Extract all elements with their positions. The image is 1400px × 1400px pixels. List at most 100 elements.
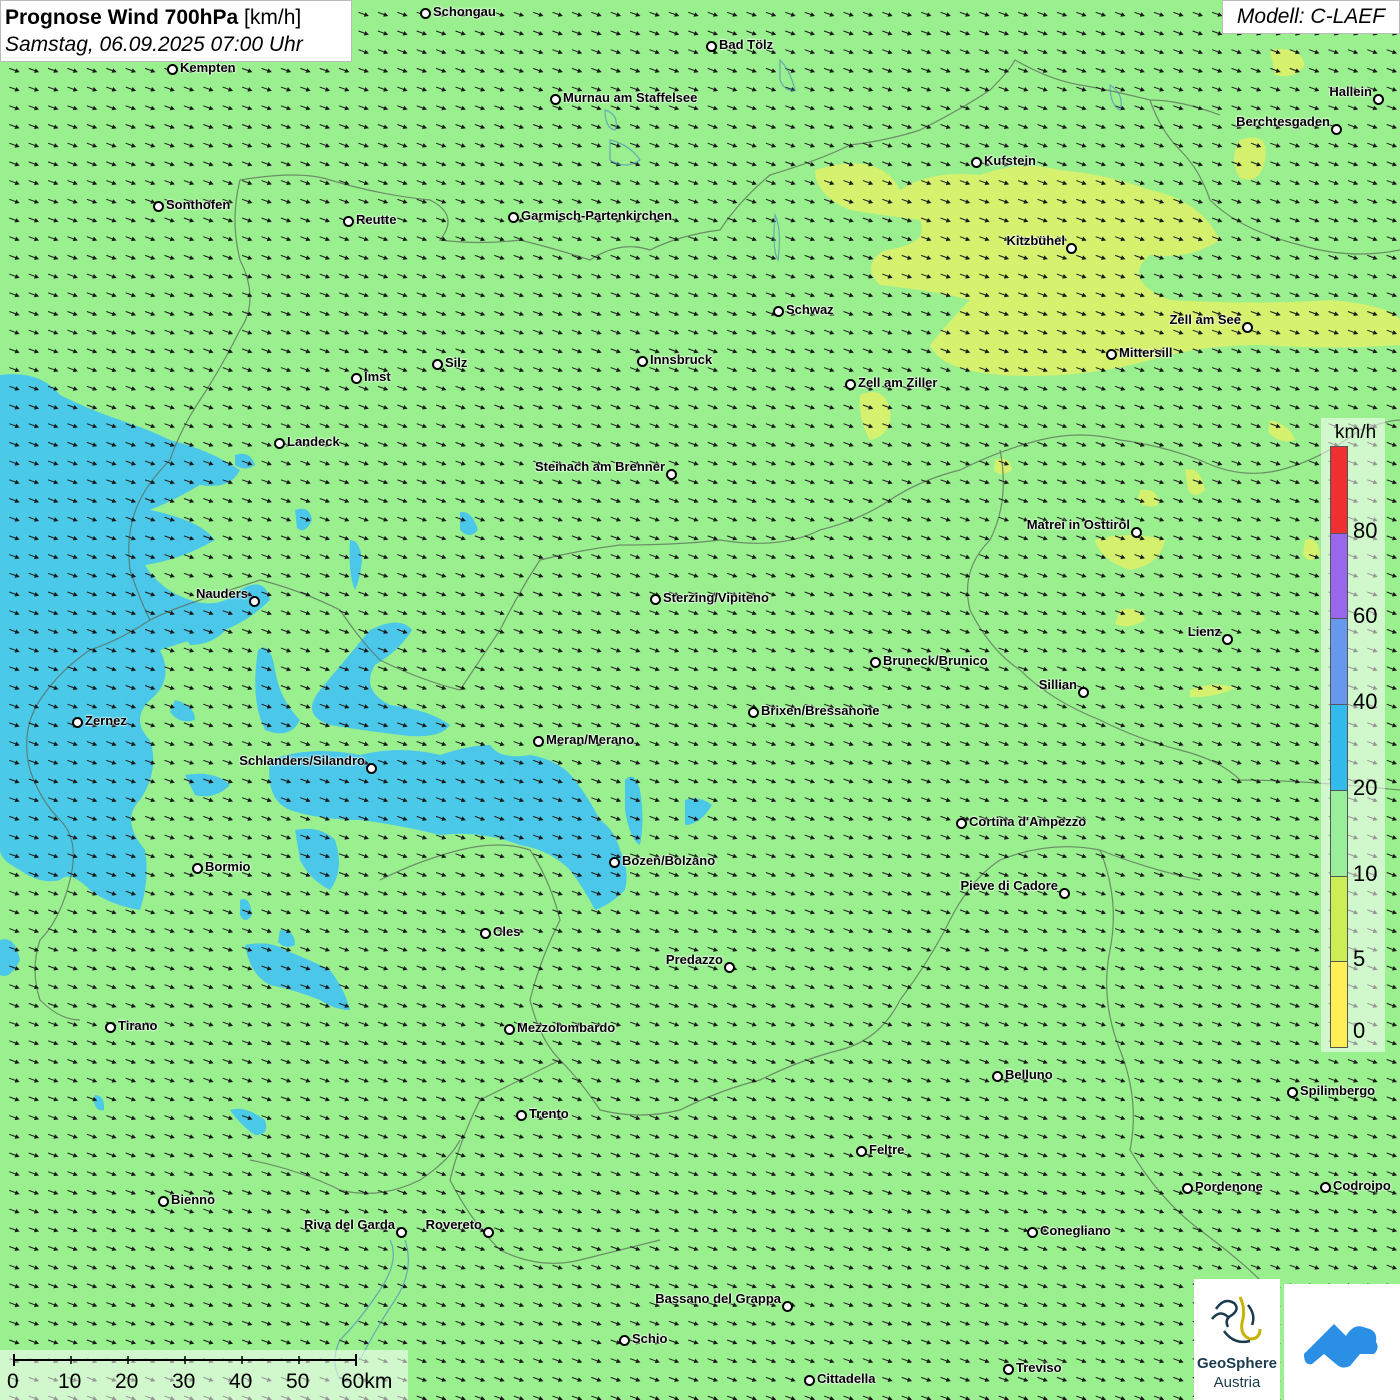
legend-color-segment xyxy=(1331,704,1347,790)
geosphere-logo[interactable]: GeoSphere Austria xyxy=(1194,1279,1280,1400)
legend-color-segment xyxy=(1331,447,1347,533)
scale-tick: 40 xyxy=(229,1370,253,1393)
city-label: Matrei in Osttirol xyxy=(1026,517,1130,532)
city-label: Cortina d'Ampezzo xyxy=(969,814,1087,829)
city-marker xyxy=(1066,243,1077,254)
city-label: Cles xyxy=(493,924,521,939)
city-label: Predazzo xyxy=(665,952,723,967)
title-box: Prognose Wind 700hPa [km/h] Samstag, 06.… xyxy=(0,0,352,62)
city-marker xyxy=(609,857,620,868)
city-label: Kufstein xyxy=(984,153,1036,168)
city-marker xyxy=(249,596,260,607)
city-label: Imst xyxy=(364,369,391,384)
city-marker xyxy=(650,594,661,605)
forecast-datetime: Samstag, 06.09.2025 07:00 Uhr xyxy=(5,33,303,56)
city-marker xyxy=(72,717,83,728)
city-marker xyxy=(167,64,178,75)
legend-tick-label: 0 xyxy=(1353,1018,1366,1043)
city-marker xyxy=(351,373,362,384)
scale-tick: 60km xyxy=(341,1370,393,1393)
city-label: Berchtesgaden xyxy=(1236,114,1330,129)
city-marker xyxy=(1078,687,1089,698)
city-marker xyxy=(619,1335,630,1346)
city-label: Steinach am Brenner xyxy=(534,459,665,474)
city-label: Zernez xyxy=(85,713,127,728)
city-marker xyxy=(274,438,285,449)
scale-bar: 0 10 20 30 40 50 60km xyxy=(0,1350,408,1400)
city-marker xyxy=(192,863,203,874)
city-marker xyxy=(550,94,561,105)
legend-color-segment xyxy=(1331,789,1347,876)
city-marker xyxy=(1287,1087,1298,1098)
legend-color-bar xyxy=(1330,446,1348,1048)
city-marker xyxy=(153,201,164,212)
city-marker xyxy=(1373,94,1384,105)
city-label: Kitzbühel xyxy=(1006,233,1066,248)
city-label: Garmisch-Partenkirchen xyxy=(521,208,673,223)
city-label: Innsbruck xyxy=(650,352,713,367)
city-marker xyxy=(1320,1182,1331,1193)
city-label: Schlanders/Silandro xyxy=(239,753,365,768)
city-label: Feltre xyxy=(869,1142,905,1157)
city-label: Pieve di Cadore xyxy=(960,878,1058,893)
city-label: Schongau xyxy=(433,4,496,19)
scale-tick: 30 xyxy=(172,1370,196,1393)
city-label: Bassano del Grappa xyxy=(655,1291,781,1306)
map-title: Prognose Wind 700hPa [km/h] xyxy=(5,5,347,31)
city-label: Silz xyxy=(445,355,468,370)
city-label: Mittersill xyxy=(1119,345,1173,360)
city-marker xyxy=(992,1071,1003,1082)
city-label: Sillian xyxy=(1038,677,1077,692)
city-marker xyxy=(773,306,784,317)
city-marker xyxy=(343,216,354,227)
legend-tick-label: 80 xyxy=(1353,517,1378,543)
city-label: Bruneck/Brunico xyxy=(883,653,988,668)
legend-color-segment xyxy=(1331,532,1347,619)
city-marker xyxy=(504,1024,515,1035)
city-marker xyxy=(1027,1227,1038,1238)
city-marker xyxy=(396,1227,407,1238)
city-marker xyxy=(1131,527,1142,538)
legend-color-segment xyxy=(1331,875,1347,962)
city-label: Reutte xyxy=(356,212,397,227)
legend-tick-label: 60 xyxy=(1353,603,1378,629)
mountain-cloud-icon xyxy=(1304,1324,1378,1368)
city-label: Lienz xyxy=(1187,624,1221,639)
city-marker xyxy=(748,707,759,718)
city-label: Brixen/Bressanone xyxy=(761,703,880,718)
city-marker xyxy=(724,962,735,973)
logo-sub: Austria xyxy=(1213,1374,1261,1391)
city-label: Bozen/Bolzano xyxy=(622,853,716,868)
city-label: Bad Tölz xyxy=(719,37,774,52)
scale-tick: 50 xyxy=(286,1370,310,1393)
city-label: Sterzing/Vipiteno xyxy=(663,590,769,605)
city-marker xyxy=(845,379,856,390)
scale-tick: 0 xyxy=(7,1370,19,1393)
city-marker xyxy=(366,763,377,774)
app-logo[interactable] xyxy=(1284,1284,1400,1400)
city-label: Hallein xyxy=(1329,84,1372,99)
city-marker xyxy=(870,657,881,668)
city-marker xyxy=(1003,1364,1014,1375)
city-label: Trento xyxy=(529,1106,569,1121)
city-marker xyxy=(956,818,967,829)
scale-tick: 10 xyxy=(58,1370,82,1393)
city-label: Treviso xyxy=(1016,1360,1062,1375)
legend-tick-label: 40 xyxy=(1353,689,1378,715)
legend-color-segment xyxy=(1331,961,1347,1047)
city-label: Belluno xyxy=(1005,1067,1053,1082)
city-marker xyxy=(1222,634,1233,645)
city-marker xyxy=(1106,349,1117,360)
legend-unit: km/h xyxy=(1335,422,1377,443)
city-marker xyxy=(1182,1183,1193,1194)
city-marker xyxy=(666,469,677,480)
city-marker xyxy=(706,41,717,52)
city-marker xyxy=(782,1301,793,1312)
logo-name: GeoSphere xyxy=(1196,1355,1278,1372)
geosphere-emblem-icon xyxy=(1211,1296,1262,1344)
city-label: Tirano xyxy=(118,1018,158,1033)
city-marker xyxy=(105,1022,116,1033)
city-label: Riva del Garda xyxy=(303,1217,395,1232)
scale-tick: 20 xyxy=(115,1370,139,1393)
legend-tick-label: 20 xyxy=(1353,774,1378,800)
